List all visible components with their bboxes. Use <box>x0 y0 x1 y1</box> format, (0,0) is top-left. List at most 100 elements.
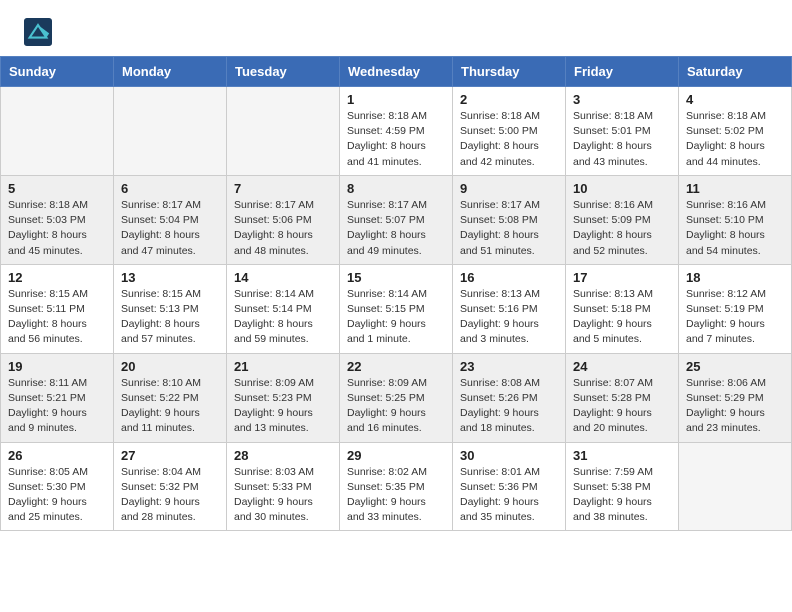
calendar-cell: 1 Sunrise: 8:18 AMSunset: 4:59 PMDaylight… <box>340 87 453 176</box>
day-number: 17 <box>573 270 671 285</box>
weekday-header-row: SundayMondayTuesdayWednesdayThursdayFrid… <box>1 57 792 87</box>
day-info: Sunrise: 8:09 AMSunset: 5:23 PMDaylight:… <box>234 376 332 437</box>
calendar-cell: 31 Sunrise: 7:59 AMSunset: 5:38 PMDayligh… <box>566 442 679 531</box>
day-info: Sunrise: 8:17 AMSunset: 5:06 PMDaylight:… <box>234 198 332 259</box>
weekday-header-monday: Monday <box>114 57 227 87</box>
calendar-week-row: 5Sunrise: 8:18 AMSunset: 5:03 PMDaylight… <box>1 175 792 264</box>
day-info: Sunrise: 8:04 AMSunset: 5:32 PMDaylight:… <box>121 465 219 526</box>
day-info: Sunrise: 8:13 AMSunset: 5:16 PMDaylight:… <box>460 287 558 348</box>
day-info: Sunrise: 8:18 AMSunset: 5:02 PMDaylight:… <box>686 109 784 170</box>
calendar-cell: 27 Sunrise: 8:04 AMSunset: 5:32 PMDayligh… <box>114 442 227 531</box>
calendar-cell: 25 Sunrise: 8:06 AMSunset: 5:29 PMDayligh… <box>679 353 792 442</box>
day-info: Sunrise: 8:12 AMSunset: 5:19 PMDaylight:… <box>686 287 784 348</box>
day-number: 4 <box>686 92 784 107</box>
calendar-cell: 7 Sunrise: 8:17 AMSunset: 5:06 PMDaylight… <box>227 175 340 264</box>
calendar-cell: 14 Sunrise: 8:14 AMSunset: 5:14 PMDayligh… <box>227 264 340 353</box>
day-number: 31 <box>573 448 671 463</box>
calendar-cell: 30 Sunrise: 8:01 AMSunset: 5:36 PMDayligh… <box>453 442 566 531</box>
calendar-cell: 9Sunrise: 8:17 AMSunset: 5:08 PMDaylight… <box>453 175 566 264</box>
weekday-header-saturday: Saturday <box>679 57 792 87</box>
day-info: Sunrise: 8:08 AMSunset: 5:26 PMDaylight:… <box>460 376 558 437</box>
day-info: Sunrise: 8:17 AMSunset: 5:07 PMDaylight:… <box>347 198 445 259</box>
calendar-table: SundayMondayTuesdayWednesdayThursdayFrid… <box>0 56 792 531</box>
weekday-header-thursday: Thursday <box>453 57 566 87</box>
day-number: 26 <box>8 448 106 463</box>
day-number: 22 <box>347 359 445 374</box>
day-info: Sunrise: 8:14 AMSunset: 5:15 PMDaylight:… <box>347 287 445 348</box>
day-number: 20 <box>121 359 219 374</box>
calendar-cell: 13Sunrise: 8:15 AMSunset: 5:13 PMDayligh… <box>114 264 227 353</box>
calendar-cell: 15 Sunrise: 8:14 AMSunset: 5:15 PMDayligh… <box>340 264 453 353</box>
day-number: 16 <box>460 270 558 285</box>
day-info: Sunrise: 8:17 AMSunset: 5:04 PMDaylight:… <box>121 198 219 259</box>
day-info: Sunrise: 8:01 AMSunset: 5:36 PMDaylight:… <box>460 465 558 526</box>
logo <box>24 18 56 46</box>
day-number: 19 <box>8 359 106 374</box>
logo-icon <box>24 18 52 46</box>
calendar-cell <box>227 87 340 176</box>
day-info: Sunrise: 8:18 AMSunset: 5:01 PMDaylight:… <box>573 109 671 170</box>
weekday-header-wednesday: Wednesday <box>340 57 453 87</box>
calendar-cell: 28 Sunrise: 8:03 AMSunset: 5:33 PMDayligh… <box>227 442 340 531</box>
calendar-cell: 8 Sunrise: 8:17 AMSunset: 5:07 PMDaylight… <box>340 175 453 264</box>
calendar-cell: 29 Sunrise: 8:02 AMSunset: 5:35 PMDayligh… <box>340 442 453 531</box>
day-number: 28 <box>234 448 332 463</box>
calendar-week-row: 19 Sunrise: 8:11 AMSunset: 5:21 PMDayligh… <box>1 353 792 442</box>
day-number: 21 <box>234 359 332 374</box>
calendar-cell: 24Sunrise: 8:07 AMSunset: 5:28 PMDayligh… <box>566 353 679 442</box>
weekday-header-friday: Friday <box>566 57 679 87</box>
day-info: Sunrise: 8:17 AMSunset: 5:08 PMDaylight:… <box>460 198 558 259</box>
calendar-cell: 3 Sunrise: 8:18 AMSunset: 5:01 PMDaylight… <box>566 87 679 176</box>
calendar-cell: 19 Sunrise: 8:11 AMSunset: 5:21 PMDayligh… <box>1 353 114 442</box>
calendar-cell: 26 Sunrise: 8:05 AMSunset: 5:30 PMDayligh… <box>1 442 114 531</box>
calendar-week-row: 1 Sunrise: 8:18 AMSunset: 4:59 PMDaylight… <box>1 87 792 176</box>
day-info: Sunrise: 8:16 AMSunset: 5:10 PMDaylight:… <box>686 198 784 259</box>
day-number: 23 <box>460 359 558 374</box>
day-number: 25 <box>686 359 784 374</box>
day-info: Sunrise: 8:18 AMSunset: 4:59 PMDaylight:… <box>347 109 445 170</box>
day-info: Sunrise: 8:03 AMSunset: 5:33 PMDaylight:… <box>234 465 332 526</box>
calendar-cell: 2 Sunrise: 8:18 AMSunset: 5:00 PMDaylight… <box>453 87 566 176</box>
day-number: 11 <box>686 181 784 196</box>
day-info: Sunrise: 8:15 AMSunset: 5:11 PMDaylight:… <box>8 287 106 348</box>
calendar-cell <box>679 442 792 531</box>
day-number: 8 <box>347 181 445 196</box>
day-number: 18 <box>686 270 784 285</box>
day-info: Sunrise: 7:59 AMSunset: 5:38 PMDaylight:… <box>573 465 671 526</box>
day-info: Sunrise: 8:02 AMSunset: 5:35 PMDaylight:… <box>347 465 445 526</box>
day-info: Sunrise: 8:06 AMSunset: 5:29 PMDaylight:… <box>686 376 784 437</box>
day-number: 13 <box>121 270 219 285</box>
day-info: Sunrise: 8:11 AMSunset: 5:21 PMDaylight:… <box>8 376 106 437</box>
calendar-cell: 11 Sunrise: 8:16 AMSunset: 5:10 PMDayligh… <box>679 175 792 264</box>
calendar-cell: 10Sunrise: 8:16 AMSunset: 5:09 PMDayligh… <box>566 175 679 264</box>
day-info: Sunrise: 8:05 AMSunset: 5:30 PMDaylight:… <box>8 465 106 526</box>
calendar-cell <box>1 87 114 176</box>
calendar-cell: 20 Sunrise: 8:10 AMSunset: 5:22 PMDayligh… <box>114 353 227 442</box>
calendar-cell: 6 Sunrise: 8:17 AMSunset: 5:04 PMDaylight… <box>114 175 227 264</box>
day-number: 10 <box>573 181 671 196</box>
day-number: 12 <box>8 270 106 285</box>
day-number: 6 <box>121 181 219 196</box>
calendar-week-row: 12 Sunrise: 8:15 AMSunset: 5:11 PMDayligh… <box>1 264 792 353</box>
day-number: 15 <box>347 270 445 285</box>
day-number: 7 <box>234 181 332 196</box>
calendar-cell <box>114 87 227 176</box>
day-number: 1 <box>347 92 445 107</box>
calendar-cell: 23 Sunrise: 8:08 AMSunset: 5:26 PMDayligh… <box>453 353 566 442</box>
day-info: Sunrise: 8:07 AMSunset: 5:28 PMDaylight:… <box>573 376 671 437</box>
calendar-cell: 21 Sunrise: 8:09 AMSunset: 5:23 PMDayligh… <box>227 353 340 442</box>
day-number: 3 <box>573 92 671 107</box>
day-number: 2 <box>460 92 558 107</box>
weekday-header-tuesday: Tuesday <box>227 57 340 87</box>
day-number: 30 <box>460 448 558 463</box>
calendar-cell: 12 Sunrise: 8:15 AMSunset: 5:11 PMDayligh… <box>1 264 114 353</box>
day-number: 14 <box>234 270 332 285</box>
day-info: Sunrise: 8:18 AMSunset: 5:00 PMDaylight:… <box>460 109 558 170</box>
weekday-header-sunday: Sunday <box>1 57 114 87</box>
day-number: 29 <box>347 448 445 463</box>
day-number: 27 <box>121 448 219 463</box>
calendar-cell: 18 Sunrise: 8:12 AMSunset: 5:19 PMDayligh… <box>679 264 792 353</box>
day-info: Sunrise: 8:10 AMSunset: 5:22 PMDaylight:… <box>121 376 219 437</box>
day-info: Sunrise: 8:18 AMSunset: 5:03 PMDaylight:… <box>8 198 106 259</box>
day-info: Sunrise: 8:14 AMSunset: 5:14 PMDaylight:… <box>234 287 332 348</box>
